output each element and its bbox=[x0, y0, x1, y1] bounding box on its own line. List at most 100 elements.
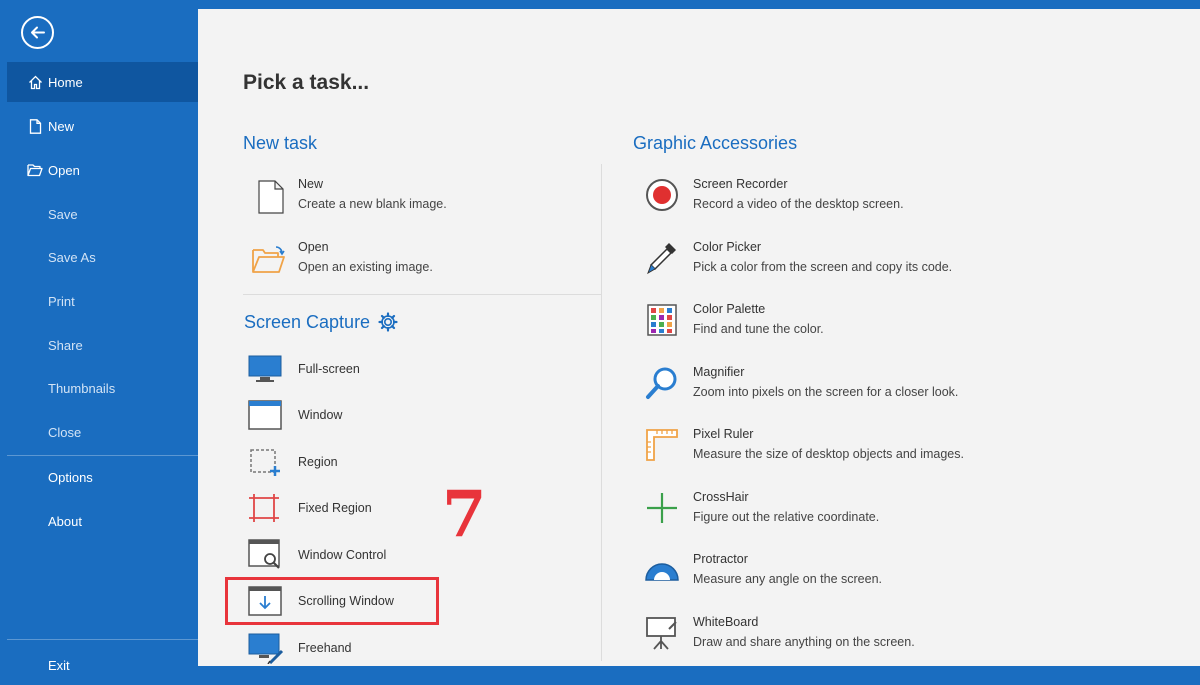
capture-label: Region bbox=[298, 455, 338, 469]
accessory-description: Pick a color from the screen and copy it… bbox=[693, 260, 953, 274]
back-button[interactable] bbox=[21, 16, 54, 49]
accessory-name: Protractor bbox=[693, 552, 748, 566]
freehand-icon bbox=[248, 630, 288, 666]
window-icon bbox=[248, 397, 288, 433]
capture-label: Full-screen bbox=[298, 362, 360, 376]
capture-window-control[interactable]: Window Control bbox=[248, 537, 548, 573]
task-name: Open bbox=[298, 240, 329, 254]
sidebar-item-options[interactable]: Options bbox=[7, 457, 198, 497]
sidebar-item-label: Home bbox=[48, 74, 83, 90]
sidebar-divider bbox=[7, 639, 198, 640]
new-task-open[interactable]: Open Open an existing image. bbox=[243, 240, 583, 284]
capture-label: Window bbox=[298, 408, 343, 422]
step-number-annotation: 7 bbox=[442, 477, 487, 552]
window-control-icon bbox=[248, 537, 288, 573]
sidebar-item-label: Share bbox=[48, 337, 83, 353]
new-file-icon bbox=[27, 118, 43, 134]
sidebar-item-print[interactable]: Print bbox=[7, 281, 198, 321]
record-icon bbox=[644, 177, 680, 213]
sidebar-item-label: About bbox=[48, 513, 82, 529]
accessory-description: Draw and share anything on the screen. bbox=[693, 635, 915, 649]
task-description: Open an existing image. bbox=[298, 260, 433, 274]
monitor-icon bbox=[248, 351, 288, 387]
sidebar-item-label: Print bbox=[48, 293, 75, 309]
accessory-color-picker[interactable]: Color Picker Pick a color from the scree… bbox=[638, 240, 1158, 284]
fixed-region-icon bbox=[248, 490, 288, 526]
accessory-pixel-ruler[interactable]: Pixel Ruler Measure the size of desktop … bbox=[638, 427, 1158, 471]
accessory-description: Measure the size of desktop objects and … bbox=[693, 447, 964, 461]
sidebar-item-home[interactable]: Home bbox=[7, 62, 198, 102]
gear-icon[interactable] bbox=[378, 312, 398, 337]
capture-freehand[interactable]: Freehand bbox=[248, 630, 548, 666]
sidebar-divider bbox=[7, 455, 198, 456]
capture-label: Fixed Region bbox=[298, 501, 372, 515]
sidebar-item-share[interactable]: Share bbox=[7, 325, 198, 365]
accessory-whiteboard[interactable]: WhiteBoard Draw and share anything on th… bbox=[638, 615, 1158, 659]
page-title: Pick a task... bbox=[243, 71, 370, 94]
sidebar-item-close[interactable]: Close bbox=[7, 412, 198, 452]
new-task-heading: New task bbox=[243, 133, 318, 153]
capture-fixed-region[interactable]: Fixed Region bbox=[248, 490, 548, 526]
capture-window[interactable]: Window bbox=[248, 397, 548, 433]
capture-label: Freehand bbox=[298, 641, 352, 655]
protractor-icon bbox=[644, 552, 680, 588]
sidebar-item-label: Open bbox=[48, 162, 80, 178]
accessory-name: Color Picker bbox=[693, 240, 762, 254]
accessory-color-palette[interactable]: Color Palette Find and tune the color. bbox=[638, 302, 1158, 346]
new-task-new[interactable]: New Create a new blank image. bbox=[243, 177, 583, 221]
accessory-description: Find and tune the color. bbox=[693, 322, 824, 336]
accessory-description: Zoom into pixels on the screen for a clo… bbox=[693, 385, 959, 399]
accessory-name: Screen Recorder bbox=[693, 177, 788, 191]
sidebar-item-label: Thumbnails bbox=[48, 380, 116, 396]
sidebar-item-save[interactable]: Save bbox=[7, 194, 198, 234]
crosshair-icon bbox=[644, 490, 680, 526]
capture-region[interactable]: Region bbox=[248, 444, 548, 480]
section-divider bbox=[243, 294, 601, 295]
back-arrow-icon bbox=[31, 26, 45, 39]
home-icon bbox=[27, 74, 43, 90]
sidebar-item-new[interactable]: New bbox=[7, 106, 198, 146]
sidebar-item-label: Options bbox=[48, 469, 93, 485]
whiteboard-icon bbox=[644, 615, 680, 651]
sidebar-item-open[interactable]: Open bbox=[7, 150, 198, 190]
accessory-screen-recorder[interactable]: Screen Recorder Record a video of the de… bbox=[638, 177, 1158, 221]
accessory-protractor[interactable]: Protractor Measure any angle on the scre… bbox=[638, 552, 1158, 596]
accessory-name: Magnifier bbox=[693, 365, 745, 379]
ruler-icon bbox=[644, 427, 680, 463]
scrolling-window-highlight-box bbox=[225, 577, 439, 625]
magnifier-icon bbox=[644, 365, 680, 401]
sidebar-item-label: Save bbox=[48, 206, 78, 222]
accessory-name: Color Palette bbox=[693, 302, 766, 316]
sidebar-item-exit[interactable]: Exit bbox=[7, 645, 198, 685]
eyedropper-icon bbox=[644, 240, 680, 276]
folder-open-icon bbox=[27, 162, 43, 178]
sidebar-item-about[interactable]: About bbox=[7, 501, 198, 541]
sidebar-item-save-as[interactable]: Save As bbox=[7, 237, 198, 277]
screen-capture-heading: Screen Capture bbox=[244, 312, 371, 332]
accessory-magnifier[interactable]: Magnifier Zoom into pixels on the screen… bbox=[638, 365, 1158, 409]
accessory-crosshair[interactable]: CrossHair Figure out the relative coordi… bbox=[638, 490, 1158, 534]
task-name: New bbox=[298, 177, 324, 191]
blank-page-icon bbox=[253, 179, 289, 215]
accessory-description: Record a video of the desktop screen. bbox=[693, 197, 904, 211]
accessory-name: Pixel Ruler bbox=[693, 427, 754, 441]
sidebar-item-thumbnails[interactable]: Thumbnails bbox=[7, 368, 198, 408]
capture-label: Window Control bbox=[298, 548, 387, 562]
sidebar-item-label: Save As bbox=[48, 249, 96, 265]
accessory-name: WhiteBoard bbox=[693, 615, 759, 629]
region-icon bbox=[248, 444, 288, 480]
task-description: Create a new blank image. bbox=[298, 197, 447, 211]
sidebar-item-label: Close bbox=[48, 424, 82, 440]
sidebar-item-label: New bbox=[48, 118, 75, 134]
graphic-accessories-heading: Graphic Accessories bbox=[633, 133, 798, 153]
main-panel: Pick a task... New task New Create a new… bbox=[198, 9, 1200, 666]
accessory-description: Measure any angle on the screen. bbox=[693, 572, 883, 586]
capture-full-screen[interactable]: Full-screen bbox=[248, 351, 548, 387]
accessory-description: Figure out the relative coordinate. bbox=[693, 510, 880, 524]
column-divider bbox=[601, 164, 602, 661]
palette-icon bbox=[644, 302, 680, 338]
sidebar-item-label: Exit bbox=[48, 657, 70, 673]
accessory-name: CrossHair bbox=[693, 490, 749, 504]
sidebar: Home New Open Save Save As Print Share T… bbox=[0, 0, 198, 675]
folder-open-icon bbox=[251, 242, 287, 278]
